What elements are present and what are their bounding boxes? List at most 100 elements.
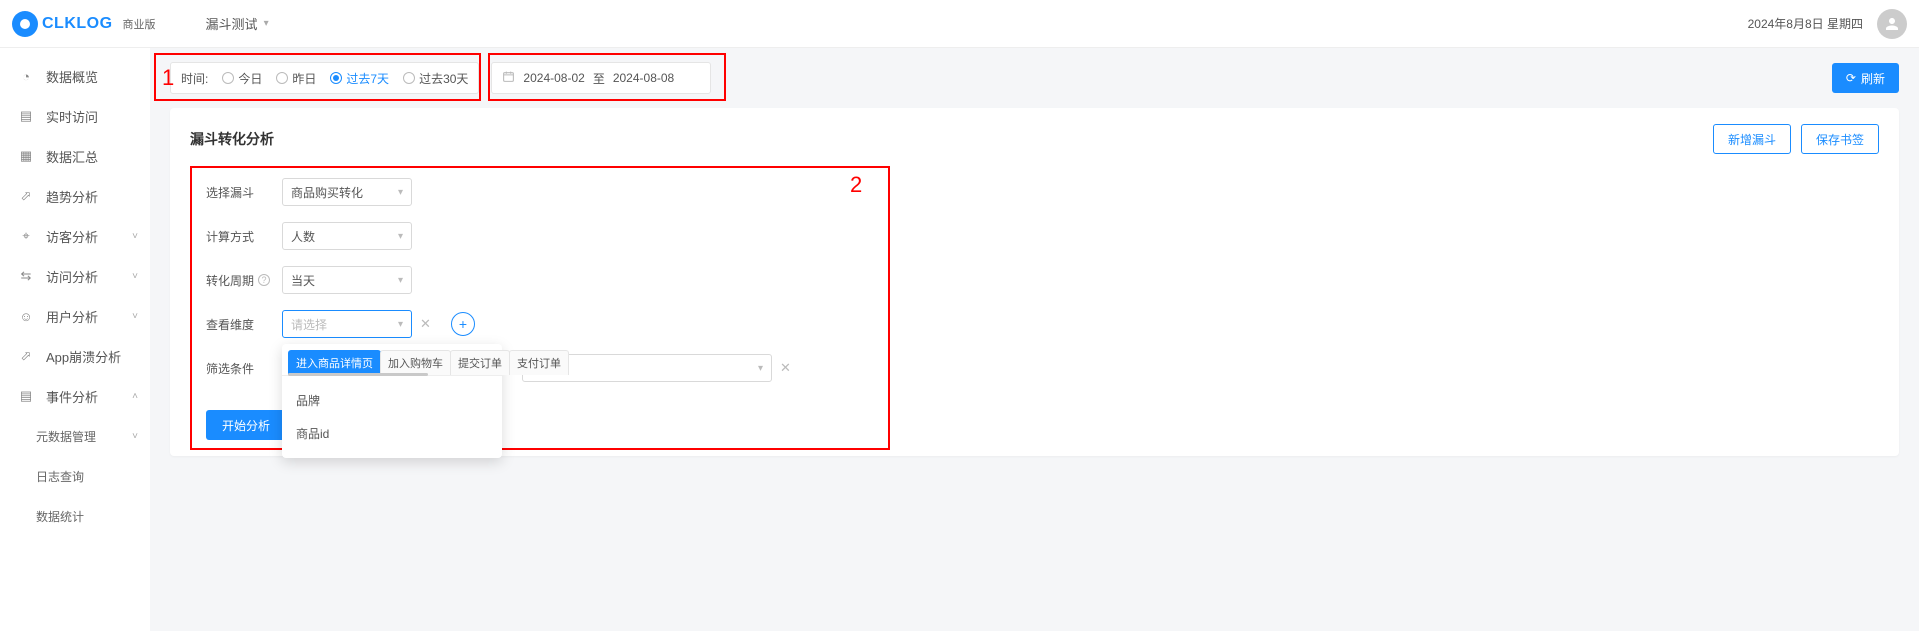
period-label: 转化周期 ? bbox=[206, 272, 282, 289]
trend-icon: ⬀ bbox=[18, 188, 34, 204]
sidebar-item-label: 数据概览 bbox=[46, 67, 98, 86]
sidebar: ◔ 数据概览 ▤实时访问 ▦ 数据汇总 ⬀ 趋势分析 ⌖ 访客分析 ˅ ⇆ 访问分析 ˅ ☺ 用户分析 ˅ ⬀ A… bbox=[0, 48, 150, 631]
chevron-down-icon: ▾ bbox=[398, 319, 403, 330]
event-icon: ▤ bbox=[18, 388, 34, 404]
refresh-icon: ⟳ bbox=[1846, 71, 1856, 85]
refresh-button[interactable]: ⟳ 刷新 bbox=[1832, 63, 1899, 93]
time-range-group: 时间: 今日 昨日 过去7天 过去30天 bbox=[170, 62, 479, 94]
project-selector[interactable]: 漏斗测试 ▾ bbox=[206, 14, 269, 33]
calendar-icon bbox=[502, 70, 515, 86]
dropdown-item-1[interactable]: 商品id bbox=[282, 417, 502, 450]
clear-filter-icon[interactable]: ✕ bbox=[780, 360, 791, 376]
time-option-3[interactable]: 过去30天 bbox=[403, 70, 468, 87]
funnel-select-label: 选择漏斗 bbox=[206, 184, 282, 201]
sidebar-item-2[interactable]: ▦ 数据汇总 bbox=[0, 136, 150, 176]
dimension-label: 查看维度 bbox=[206, 316, 282, 333]
visitor-icon: ⌖ bbox=[18, 228, 34, 244]
sidebar-item-label: 用户分析 bbox=[46, 307, 98, 326]
logo-text: CLKLOG bbox=[42, 15, 113, 33]
chevron-icon: ˅ bbox=[132, 271, 138, 282]
funnel-panel: 漏斗转化分析 新增漏斗 保存书签 2 选择漏斗 商品购买转化▾ 计算方式 bbox=[170, 108, 1899, 456]
chevron-icon: ˅ bbox=[132, 311, 138, 322]
funnel-select[interactable]: 商品购买转化▾ bbox=[282, 178, 412, 206]
date-sep: 至 bbox=[593, 70, 605, 87]
sidebar-item-11[interactable]: 数据统计 bbox=[0, 496, 150, 536]
calc-method-label: 计算方式 bbox=[206, 228, 282, 245]
sidebar-item-7[interactable]: ⬀ App崩溃分析 bbox=[0, 336, 150, 376]
radio-icon bbox=[330, 72, 342, 84]
dimension-select[interactable]: 请选择▾ bbox=[282, 310, 412, 338]
sidebar-item-label: 趋势分析 bbox=[46, 187, 98, 206]
sidebar-item-label: App崩溃分析 bbox=[46, 347, 121, 366]
sidebar-item-label: 事件分析 bbox=[46, 387, 98, 406]
logo-icon bbox=[12, 11, 38, 37]
sidebar-item-4[interactable]: ⌖ 访客分析 ˅ bbox=[0, 216, 150, 256]
radio-icon bbox=[403, 72, 415, 84]
dropdown-tab-3[interactable]: 支付订单 bbox=[509, 350, 569, 375]
sidebar-item-10[interactable]: 日志查询 bbox=[0, 456, 150, 496]
sidebar-item-label: 数据汇总 bbox=[46, 147, 98, 166]
realtime-icon: ▤ bbox=[18, 108, 34, 124]
radio-label: 昨日 bbox=[292, 70, 316, 87]
radio-label: 过去7天 bbox=[346, 70, 389, 87]
radio-icon bbox=[276, 72, 288, 84]
dropdown-tab-1[interactable]: 加入购物车 bbox=[380, 350, 451, 375]
radio-label: 过去30天 bbox=[419, 70, 468, 87]
analyze-button[interactable]: 开始分析 bbox=[206, 410, 286, 440]
sidebar-item-label: 访问分析 bbox=[46, 267, 98, 286]
time-label: 时间: bbox=[181, 70, 208, 87]
dropdown-tab-2[interactable]: 提交订单 bbox=[450, 350, 510, 375]
chevron-down-icon: ▾ bbox=[398, 187, 403, 198]
filter-label: 筛选条件 bbox=[206, 360, 282, 377]
chevron-icon: ˄ bbox=[132, 391, 138, 402]
edition-tag: 商业版 bbox=[123, 16, 156, 32]
sidebar-item-8[interactable]: ▤ 事件分析 ˄ bbox=[0, 376, 150, 416]
logo: CLKLOG bbox=[12, 11, 113, 37]
time-option-1[interactable]: 昨日 bbox=[276, 70, 316, 87]
save-bookmark-button[interactable]: 保存书签 bbox=[1801, 124, 1879, 154]
dropdown-item-0[interactable]: 品牌 bbox=[282, 384, 502, 417]
sidebar-item-label: 数据统计 bbox=[36, 508, 84, 525]
sidebar-item-0[interactable]: ◔ 数据概览 bbox=[0, 56, 150, 96]
user-avatar[interactable] bbox=[1877, 9, 1907, 39]
project-name: 漏斗测试 bbox=[206, 14, 258, 33]
dashboard-icon: ◔ bbox=[18, 68, 34, 84]
annotation-label-1: 1 bbox=[162, 65, 174, 91]
dimension-dropdown: 进入商品详情页加入购物车提交订单支付订单 品牌商品id bbox=[282, 344, 502, 458]
sidebar-item-3[interactable]: ⬀ 趋势分析 bbox=[0, 176, 150, 216]
time-option-0[interactable]: 今日 bbox=[222, 70, 262, 87]
toolbar: 时间: 今日 昨日 过去7天 过去30天 2024-08-02 至 2024-08-0… bbox=[170, 62, 1899, 94]
chevron-icon: ˅ bbox=[132, 231, 138, 242]
user-icon bbox=[1883, 15, 1901, 33]
refresh-label: 刷新 bbox=[1861, 70, 1885, 87]
radio-icon bbox=[222, 72, 234, 84]
clear-dimension-icon[interactable]: ✕ bbox=[420, 316, 431, 332]
info-icon[interactable]: ? bbox=[258, 274, 270, 286]
time-option-2[interactable]: 过去7天 bbox=[330, 70, 389, 87]
dropdown-tab-0[interactable]: 进入商品详情页 bbox=[288, 350, 381, 375]
sidebar-item-1[interactable]: ▤实时访问 bbox=[0, 96, 150, 136]
sidebar-item-label: 访客分析 bbox=[46, 227, 98, 246]
scroll-indicator bbox=[288, 373, 428, 376]
date-start: 2024-08-02 bbox=[523, 71, 584, 85]
annotation-label-2: 2 bbox=[850, 172, 862, 198]
date-end: 2024-08-08 bbox=[613, 71, 674, 85]
header-date: 2024年8月8日 星期四 bbox=[1748, 15, 1863, 32]
user-icon: ☺ bbox=[18, 308, 34, 324]
add-dimension-button[interactable]: + bbox=[451, 312, 475, 336]
visit-icon: ⇆ bbox=[18, 268, 34, 284]
calc-method-select[interactable]: 人数▾ bbox=[282, 222, 412, 250]
new-funnel-button[interactable]: 新增漏斗 bbox=[1713, 124, 1791, 154]
sidebar-item-5[interactable]: ⇆ 访问分析 ˅ bbox=[0, 256, 150, 296]
period-select[interactable]: 当天▾ bbox=[282, 266, 412, 294]
sidebar-item-label: 日志查询 bbox=[36, 468, 84, 485]
sidebar-item-6[interactable]: ☺ 用户分析 ˅ bbox=[0, 296, 150, 336]
crash-icon: ⬀ bbox=[18, 348, 34, 364]
chevron-down-icon: ▾ bbox=[758, 363, 763, 374]
sidebar-item-label: 元数据管理 bbox=[36, 428, 96, 445]
date-range-picker[interactable]: 2024-08-02 至 2024-08-08 bbox=[491, 62, 711, 94]
summary-icon: ▦ bbox=[18, 148, 34, 164]
sidebar-item-9[interactable]: 元数据管理 ˅ bbox=[0, 416, 150, 456]
main-content: 时间: 今日 昨日 过去7天 过去30天 2024-08-02 至 2024-08-0… bbox=[150, 48, 1919, 631]
chevron-icon: ˅ bbox=[132, 431, 138, 442]
